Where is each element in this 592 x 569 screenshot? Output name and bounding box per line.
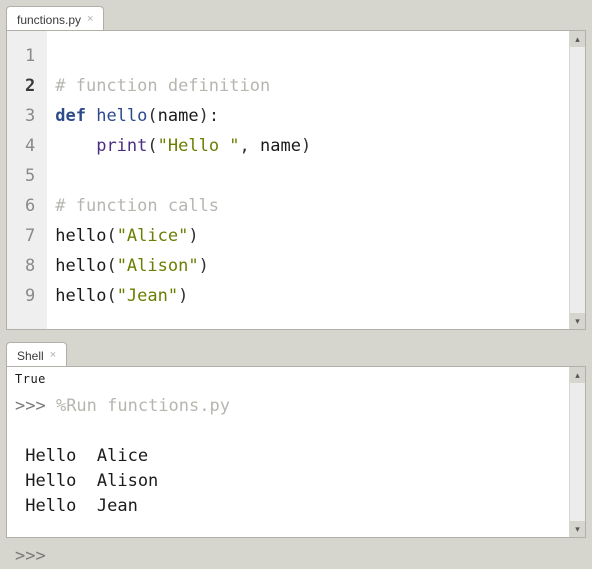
shell-panel: Shell × True>>> %Run functions.py Hello …	[6, 342, 586, 538]
shell-output-line: Hello Alice	[15, 444, 561, 469]
line-number: 7	[25, 221, 35, 251]
shell-prompt[interactable]: >>>	[15, 544, 561, 569]
close-icon[interactable]: ×	[87, 14, 93, 25]
shell-prompt: >>>	[15, 396, 56, 416]
editor-panel: functions.py × 123456789 # function defi…	[6, 6, 586, 330]
editor-vertical-scrollbar[interactable]: ▴ ▾	[569, 31, 585, 329]
line-number: 9	[25, 281, 35, 311]
code-line[interactable]: hello("Jean")	[55, 281, 559, 311]
scroll-down-icon[interactable]: ▾	[570, 521, 585, 537]
shell-output-area[interactable]: True>>> %Run functions.py Hello Alice He…	[7, 367, 569, 537]
shell-output-line: Hello Jean	[15, 494, 561, 519]
code-line[interactable]: def hello(name):	[55, 101, 559, 131]
editor-tab-functions[interactable]: functions.py ×	[6, 6, 104, 30]
scroll-up-icon[interactable]: ▴	[570, 367, 585, 383]
line-number: 3	[25, 101, 35, 131]
scroll-up-icon[interactable]: ▴	[570, 31, 585, 47]
code-line[interactable]	[55, 41, 559, 71]
editor-body: 123456789 # function definitiondef hello…	[6, 30, 586, 330]
code-line[interactable]: # function calls	[55, 191, 559, 221]
line-number: 2	[25, 71, 35, 101]
line-number: 1	[25, 41, 35, 71]
close-icon[interactable]: ×	[50, 350, 56, 361]
line-number: 4	[25, 131, 35, 161]
shell-tab[interactable]: Shell ×	[6, 342, 67, 366]
shell-output-line: Hello Alison	[15, 469, 561, 494]
shell-tab-label: Shell	[17, 349, 44, 363]
line-number: 5	[25, 161, 35, 191]
line-number: 6	[25, 191, 35, 221]
code-line[interactable]: print("Hello ", name)	[55, 131, 559, 161]
shell-command-line: >>> %Run functions.py	[15, 394, 561, 419]
line-number-gutter: 123456789	[7, 31, 47, 329]
shell-body-wrap: True>>> %Run functions.py Hello Alice He…	[6, 366, 586, 538]
editor-tab-strip: functions.py ×	[6, 6, 586, 30]
scroll-down-icon[interactable]: ▾	[570, 313, 585, 329]
shell-scrolled-fragment: True	[15, 367, 561, 392]
code-editor-area[interactable]: # function definitiondef hello(name): pr…	[47, 31, 569, 329]
shell-tab-strip: Shell ×	[6, 342, 586, 366]
editor-tab-label: functions.py	[17, 13, 81, 27]
code-line[interactable]	[55, 161, 559, 191]
code-line[interactable]: hello("Alice")	[55, 221, 559, 251]
code-line[interactable]: # function definition	[55, 71, 559, 101]
shell-vertical-scrollbar[interactable]: ▴ ▾	[569, 367, 585, 537]
line-number: 8	[25, 251, 35, 281]
shell-command-text: %Run functions.py	[56, 396, 230, 416]
code-line[interactable]: hello("Alison")	[55, 251, 559, 281]
